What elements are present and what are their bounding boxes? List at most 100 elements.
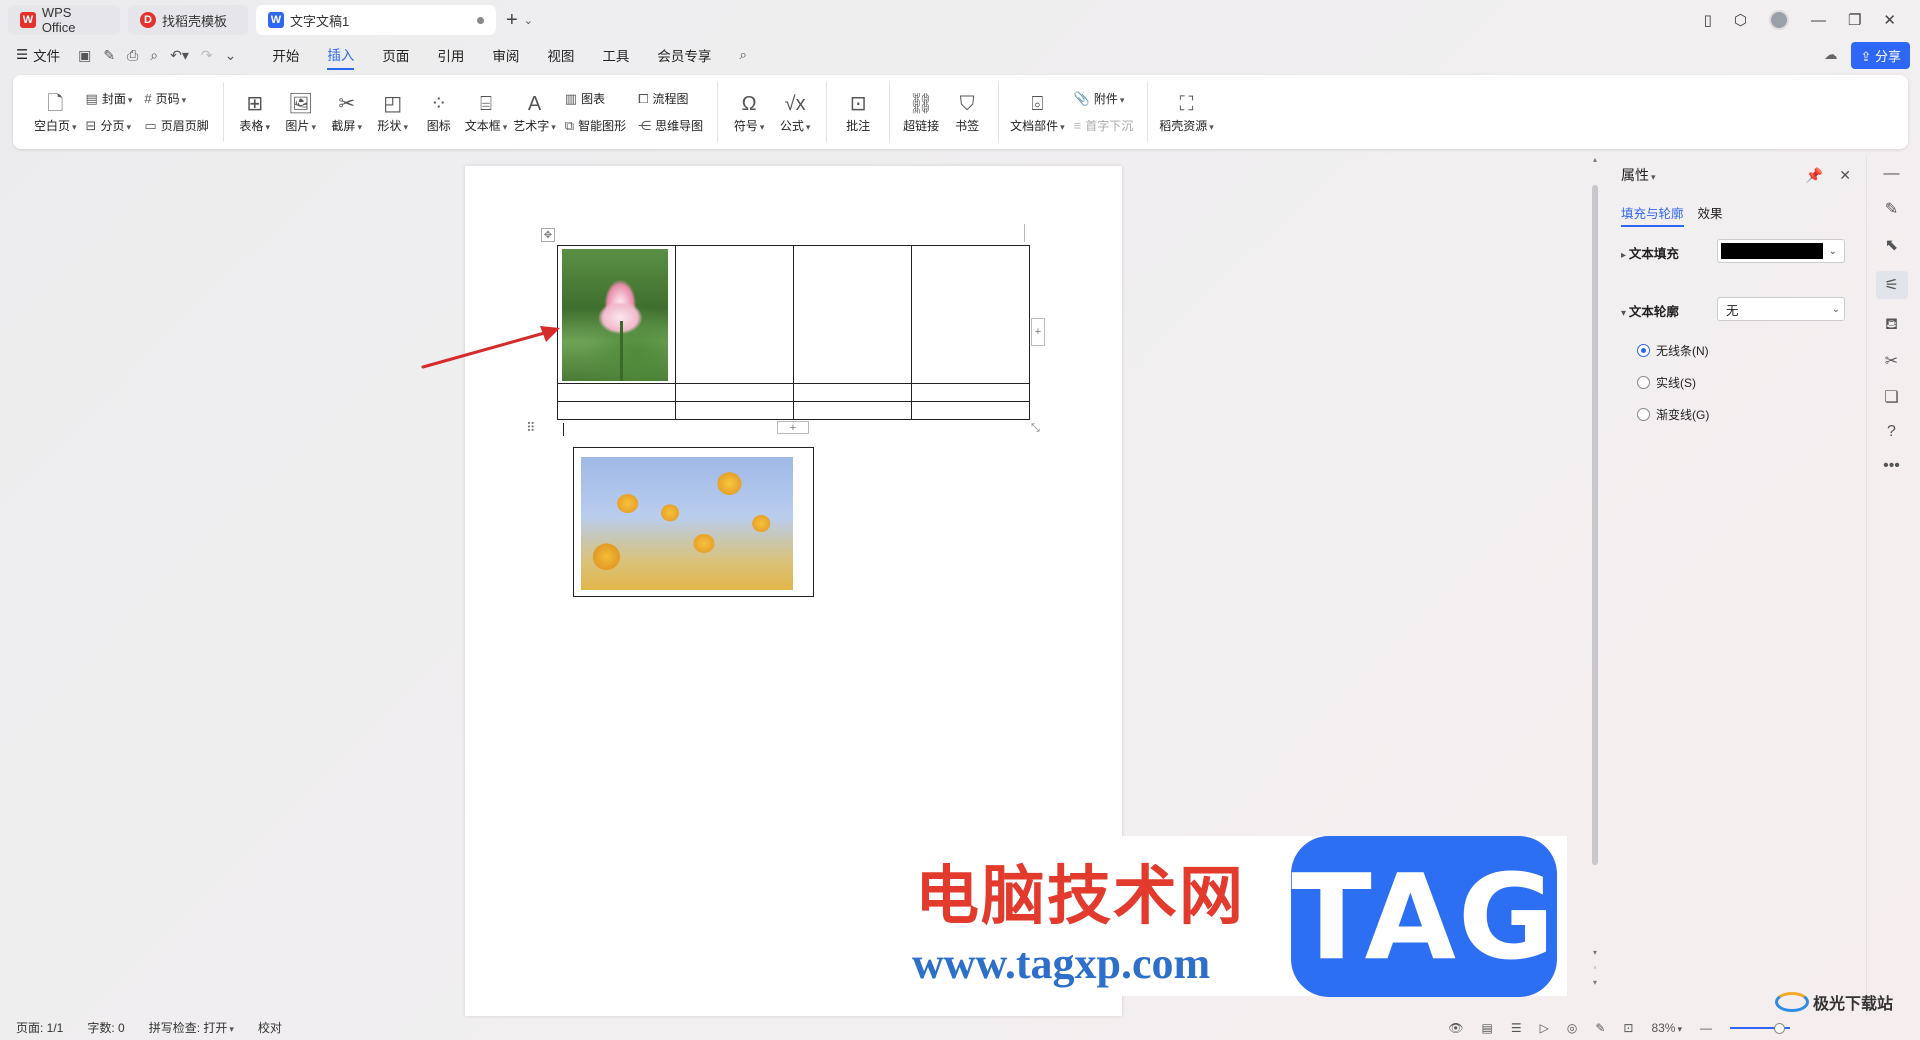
web-view-icon[interactable]: ◎ [1567, 1021, 1577, 1035]
close-icon[interactable]: ✕ [1883, 11, 1896, 29]
tab-wps-office[interactable]: W WPS Office [8, 5, 120, 35]
text-outline-select[interactable]: 无 ⌄ [1717, 297, 1845, 321]
search-icon[interactable]: ⌕ [739, 47, 747, 63]
tab-home[interactable]: 开始 [272, 41, 299, 69]
tab-references[interactable]: 引用 [437, 41, 464, 69]
more-chevron-icon[interactable]: ⌄ [225, 47, 237, 64]
image-edit-icon[interactable]: ⛾ [1885, 315, 1898, 335]
tab-review[interactable]: 审阅 [492, 41, 519, 69]
bookmark-button[interactable]: ⛉ 书签 [944, 91, 990, 134]
table-resize-icon[interactable]: ⤡ [1031, 422, 1040, 435]
spellcheck-status[interactable]: 拼写检查: 打开 [149, 1019, 234, 1036]
cube-icon[interactable]: ⬡ [1734, 11, 1747, 29]
format-painter-icon[interactable]: ✎ [103, 47, 115, 64]
tab-fill-outline[interactable]: 填充与轮廓 [1621, 203, 1684, 227]
print-preview-icon[interactable]: ⌕ [150, 47, 158, 64]
icon-button[interactable]: ⁘ 图标 [416, 91, 462, 134]
table-cell[interactable] [675, 245, 794, 384]
page-break-button[interactable]: ⊟ 分页 [86, 117, 133, 134]
pen-icon[interactable]: ✎ [1885, 199, 1898, 219]
document-table[interactable] [557, 245, 1030, 420]
table-cell[interactable] [911, 401, 1030, 420]
next-page-icon[interactable]: ▾ [1590, 978, 1600, 987]
page-view-icon[interactable]: ▤ [1481, 1021, 1492, 1035]
table-cell[interactable] [675, 383, 794, 402]
table-cell[interactable] [911, 245, 1030, 384]
wordart-button[interactable]: A 艺术字 [510, 91, 559, 134]
eye-icon[interactable]: 👁 [1448, 1021, 1463, 1035]
print-icon[interactable]: ⎙ [127, 47, 138, 64]
textbox-button[interactable]: ⌸ 文本框 [462, 91, 511, 134]
zoom-slider[interactable] [1730, 1022, 1790, 1034]
tab-effects[interactable]: 效果 [1698, 203, 1723, 227]
scroll-up-icon[interactable]: ▴ [1590, 155, 1600, 164]
collapse-icon[interactable]: — [1884, 165, 1900, 183]
resources-button[interactable]: ⛶ 稻壳资源 [1156, 91, 1217, 134]
new-tab-icon[interactable]: + [506, 9, 518, 32]
table-cell[interactable] [675, 401, 794, 420]
mindmap-button[interactable]: ⋲ 思维导图 [638, 117, 703, 134]
tab-view[interactable]: 视图 [547, 41, 574, 69]
panel-title[interactable]: 属性 [1621, 165, 1656, 185]
add-row-icon[interactable]: + [777, 421, 809, 434]
vertical-scrollbar[interactable]: ▴ ▾ ◦ ▾ [1590, 155, 1600, 1015]
word-count[interactable]: 字数: 0 [87, 1019, 124, 1036]
table-cell[interactable] [557, 401, 676, 420]
zoom-level[interactable]: 83% [1651, 1021, 1682, 1035]
table-cell[interactable] [557, 383, 676, 402]
flowchart-button[interactable]: ⧠ 流程图 [638, 90, 703, 107]
pin-icon[interactable]: 📌 [1806, 167, 1823, 184]
drop-cap-button[interactable]: ≡ 首字下沉 [1074, 117, 1134, 134]
radio-no-line[interactable]: 无线条(N) [1637, 342, 1709, 359]
cloud-icon[interactable]: ☁ [1824, 47, 1838, 63]
proofread-button[interactable]: 校对 [258, 1019, 282, 1036]
attachment-button[interactable]: 📎 附件 [1074, 90, 1134, 107]
blank-page-button[interactable]: 🗋 空白页 [31, 91, 80, 134]
table-move-handle-icon[interactable]: ✥ [541, 228, 555, 242]
layout-icon[interactable]: ▯ [1704, 11, 1712, 29]
help-icon[interactable]: ? [1887, 423, 1896, 441]
symbol-button[interactable]: Ω 符号 [726, 91, 772, 134]
tab-member[interactable]: 会员专享 [657, 41, 711, 69]
table-cell[interactable] [793, 401, 912, 420]
prev-page-icon[interactable]: ◦ [1590, 963, 1600, 972]
formula-button[interactable]: √x 公式 [772, 91, 818, 134]
picture-button[interactable]: 🖼 图片 [278, 91, 324, 134]
table-cell[interactable] [793, 383, 912, 402]
shape-button[interactable]: ◰ 形状 [370, 91, 416, 134]
table-cell[interactable] [557, 245, 676, 384]
radio-solid-line[interactable]: 实线(S) [1637, 374, 1696, 391]
fit-page-icon[interactable]: ⊡ [1623, 1021, 1633, 1035]
scrollbar-thumb[interactable] [1592, 185, 1598, 865]
minimize-icon[interactable]: — [1811, 12, 1826, 29]
table-cell[interactable] [911, 383, 1030, 402]
hyperlink-button[interactable]: ⛓ 超链接 [898, 91, 944, 134]
avatar[interactable] [1768, 10, 1789, 30]
page-count[interactable]: 页面: 1/1 [16, 1019, 63, 1036]
drag-handle-icon[interactable]: ⠿ [526, 420, 536, 436]
save-icon[interactable]: ▣ [78, 47, 91, 64]
tab-document1[interactable]: W 文字文稿1 [256, 5, 496, 35]
tab-page[interactable]: 页面 [382, 41, 409, 69]
tools-icon[interactable]: ✂ [1885, 351, 1898, 371]
properties-sliders-icon[interactable]: ⚟ [1875, 271, 1908, 299]
cover-button[interactable]: ▤ 封面 [86, 90, 133, 107]
table-button[interactable]: ⊞ 表格 [232, 91, 278, 134]
add-column-icon[interactable]: + [1031, 318, 1045, 346]
doc-part-button[interactable]: ⌻ 文档部件 [1007, 91, 1068, 134]
redo-icon[interactable]: ↷ [201, 47, 213, 64]
table-cell[interactable] [793, 245, 912, 384]
chevron-down-icon[interactable]: ⌄ [524, 14, 533, 27]
tab-tools[interactable]: 工具 [602, 41, 629, 69]
tab-find-template[interactable]: D 找稻壳模板 [128, 5, 248, 35]
tulip-picture-frame[interactable] [573, 447, 814, 597]
undo-icon[interactable]: ↶▾ [170, 47, 189, 64]
more-icon[interactable]: ••• [1883, 457, 1900, 475]
file-menu[interactable]: ☰ 文件 [16, 45, 60, 65]
comment-button[interactable]: ⊡ 批注 [835, 91, 881, 134]
zoom-out-icon[interactable]: — [1700, 1021, 1712, 1035]
lotus-picture[interactable] [562, 248, 668, 381]
scroll-down-icon[interactable]: ▾ [1590, 948, 1600, 957]
book-icon[interactable]: ❏ [1884, 387, 1898, 407]
share-button[interactable]: ⇪ 分享 [1851, 41, 1910, 69]
